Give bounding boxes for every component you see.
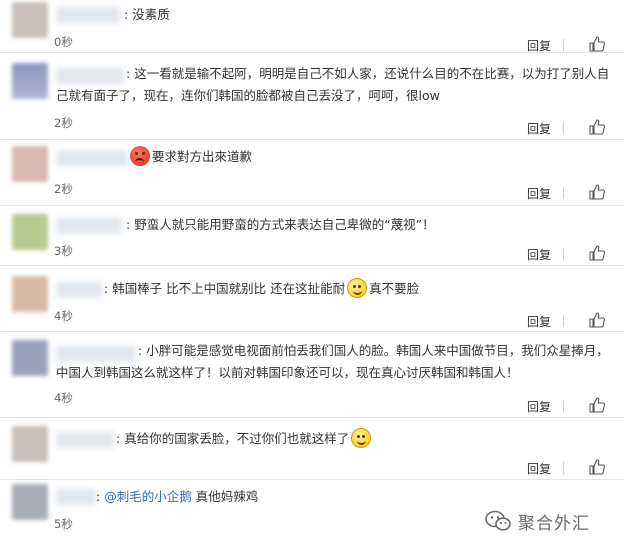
separator: : — [138, 343, 143, 358]
divider — [563, 462, 564, 474]
comment-body: 韩国棒子 比不上中国就别比 还在这扯能耐 — [112, 281, 346, 296]
comment-text: : 没素质 — [56, 4, 610, 26]
separator: : — [126, 217, 131, 232]
avatar[interactable] — [12, 484, 48, 520]
divider — [563, 315, 564, 327]
comment-item: : 野蛮人就只能用野蛮的方式来表达自己卑微的“蔑视”！ 3秒 回复 — [0, 206, 624, 266]
mention-link[interactable]: @刺毛的小企鹅 — [104, 489, 192, 504]
avatar[interactable] — [12, 276, 48, 312]
separator: : — [126, 66, 131, 81]
comment-item: : 没素质 0秒 回复 — [0, 0, 624, 53]
comment-text: 要求對方出來道歉 — [56, 146, 610, 168]
avatar[interactable] — [12, 426, 48, 462]
avatar[interactable] — [12, 340, 48, 376]
comment-text: : 这一看就是输不起阿，明明是自己不如人家，还说什么目的不在比赛，以为打了别人自… — [56, 63, 610, 107]
thumbs-up-icon[interactable] — [589, 245, 605, 261]
comment-item: : 这一看就是输不起阿，明明是自己不如人家，还说什么目的不在比赛，以为打了别人自… — [0, 53, 624, 140]
reply-button[interactable]: 回复 — [527, 460, 551, 477]
thumbs-up-icon[interactable] — [589, 459, 605, 475]
timestamp: 0秒 — [54, 35, 73, 49]
watermark: 聚合外汇 — [484, 506, 590, 536]
avatar[interactable] — [12, 63, 48, 99]
comment-item: 要求對方出來道歉 2秒 回复 — [0, 140, 624, 206]
thumbs-up-icon[interactable] — [589, 312, 605, 328]
angry-face-emoji — [130, 146, 150, 166]
reply-button[interactable]: 回复 — [527, 398, 551, 415]
reply-button[interactable]: 回复 — [527, 37, 551, 54]
comment-body-suffix: 真不要脸 — [369, 281, 420, 296]
timestamp: 2秒 — [54, 116, 73, 130]
avatar[interactable] — [12, 2, 48, 38]
separator: : — [124, 7, 129, 22]
thumbs-up-icon[interactable] — [589, 397, 605, 413]
wechat-icon — [485, 510, 511, 531]
comment-text: : 野蛮人就只能用野蛮的方式来表达自己卑微的“蔑视”！ — [56, 214, 610, 236]
watermark-label: 聚合外汇 — [518, 513, 590, 534]
thumbs-up-icon[interactable] — [589, 119, 605, 135]
smile-face-emoji — [347, 278, 368, 298]
thumbs-up-icon[interactable] — [589, 184, 605, 200]
comment-item: : 真给你的国家丢脸，不过你们也就这样了 回复 — [0, 418, 624, 480]
comment-body: 真他妈辣鸡 — [195, 489, 259, 504]
comment-text: : @刺毛的小企鹅 真他妈辣鸡 — [56, 486, 610, 508]
divider — [563, 187, 564, 199]
smile-face-emoji — [351, 428, 372, 448]
divider — [563, 248, 564, 260]
comment-body: 真给你的国家丢脸，不过你们也就这样了 — [124, 431, 350, 446]
timestamp: 2秒 — [54, 182, 73, 196]
divider — [563, 400, 564, 412]
reply-button[interactable]: 回复 — [527, 246, 551, 263]
timestamp: 4秒 — [54, 309, 73, 323]
separator: : — [104, 281, 109, 296]
timestamp: 3秒 — [54, 244, 73, 258]
reply-button[interactable]: 回复 — [527, 120, 551, 137]
comment-body: 没素质 — [132, 7, 170, 22]
comment-body: 要求對方出來道歉 — [152, 149, 253, 164]
divider — [563, 39, 564, 51]
thumbs-up-icon[interactable] — [589, 36, 605, 52]
timestamp: 4秒 — [54, 391, 73, 405]
comment-text: : 小胖可能是感觉电视面前怕丢我们国人的脸。韩国人来中国做节目，我们众星捧月，中… — [56, 340, 610, 384]
comment-item: : 小胖可能是感觉电视面前怕丢我们国人的脸。韩国人来中国做节目，我们众星捧月，中… — [0, 332, 624, 418]
avatar[interactable] — [12, 146, 48, 182]
comment-text: : 韩国棒子 比不上中国就别比 还在这扯能耐 真不要脸 — [56, 278, 610, 300]
divider — [563, 122, 564, 134]
comment-body: 野蛮人就只能用野蛮的方式来表达自己卑微的“蔑视”！ — [134, 217, 435, 232]
separator: : — [96, 489, 101, 504]
comment-body: 这一看就是输不起阿，明明是自己不如人家，还说什么目的不在比赛，以为打了别人自己就… — [56, 66, 610, 103]
separator: : — [116, 431, 121, 446]
reply-button[interactable]: 回复 — [527, 185, 551, 202]
reply-button[interactable]: 回复 — [527, 313, 551, 330]
comment-text: : 真给你的国家丢脸，不过你们也就这样了 — [56, 428, 610, 450]
timestamp: 5秒 — [54, 517, 73, 531]
avatar[interactable] — [12, 214, 48, 250]
comment-item: : 韩国棒子 比不上中国就别比 还在这扯能耐 真不要脸 4秒 回复 — [0, 266, 624, 332]
